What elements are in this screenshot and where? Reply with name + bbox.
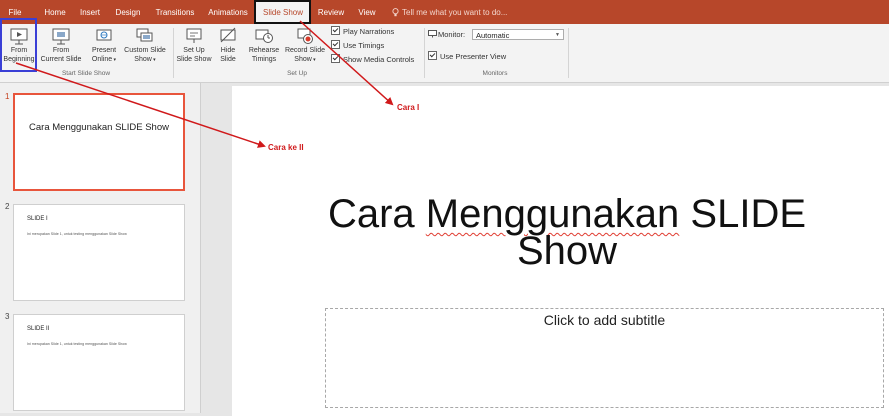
slide-number: 1	[5, 92, 10, 101]
setup-label-1: Set Up	[183, 47, 205, 54]
lightbulb-icon	[392, 8, 399, 17]
title-text-part: Show	[516, 229, 618, 273]
thumbnail-title: Cara Menggunakan SLIDE Show	[29, 122, 169, 133]
title-text-part: Cara	[327, 192, 426, 236]
ribbon-tab-bar: File Home Insert Design Transitions Anim…	[0, 0, 889, 24]
slide-thumbnail-3[interactable]: SLIDE II Ini merupakan Slide 1, untuk te…	[13, 314, 185, 411]
tab-insert[interactable]: Insert	[73, 0, 107, 24]
set-up-slide-show-button[interactable]: Set Up Slide Show	[174, 24, 214, 64]
checkbox-checked-icon	[331, 40, 340, 49]
slide-thumbnail-pane[interactable]: 1 Cara Menggunakan SLIDE Show 2 SLIDE I …	[0, 83, 200, 413]
group-label-monitors: Monitors	[482, 70, 508, 77]
tab-view[interactable]: View	[352, 0, 382, 24]
setup-label-2: Slide Show	[176, 55, 212, 63]
present-online-button[interactable]: Present Online ▾	[87, 24, 121, 64]
rehearse-label-1: Rehearse	[248, 47, 280, 54]
checkbox-checked-icon	[428, 51, 437, 60]
tab-review[interactable]: Review	[312, 0, 350, 24]
slideshow-from-current-icon	[52, 28, 70, 45]
from-beginning-highlight	[0, 18, 37, 72]
use-timings-label: Use Timings	[343, 41, 385, 50]
slide-thumbnail-2[interactable]: SLIDE I Ini merupakan Slide 1, untuk tes…	[13, 204, 185, 301]
custom-slide-show-button[interactable]: Custom Slide Show ▾	[121, 24, 169, 64]
from-current-slide-button[interactable]: From Current Slide	[38, 24, 84, 64]
present-online-label-2: Online	[91, 55, 113, 63]
present-online-icon	[96, 29, 112, 41]
record-slide-show-button[interactable]: Record Slide Show ▾	[282, 24, 328, 64]
record-slide-show-icon	[297, 28, 313, 44]
monitor-select-value: Automatic	[476, 31, 510, 40]
subtitle-placeholder[interactable]: Click to add subtitle	[325, 308, 884, 408]
thumbnail-heading: SLIDE I	[27, 216, 48, 222]
slide-title[interactable]: Cara Menggunakan SLIDE Show	[232, 194, 889, 273]
title-text-part: SLIDE	[679, 192, 807, 236]
tab-transitions[interactable]: Transitions	[150, 0, 200, 24]
thumbnail-body: Ini merupakan Slide 1, untuk testing men…	[27, 342, 127, 346]
tab-animations[interactable]: Animations	[202, 0, 254, 24]
hide-slide-label-1: Hide	[220, 47, 236, 54]
hide-slide-button[interactable]: Hide Slide	[215, 24, 241, 64]
tab-design[interactable]: Design	[109, 0, 147, 24]
pane-divider[interactable]	[200, 83, 201, 413]
checkbox-checked-icon	[331, 26, 340, 35]
rehearse-label-2: Timings	[251, 55, 277, 63]
group-separator	[568, 28, 569, 78]
annotation-cara-2: Cara ke II	[268, 143, 304, 152]
play-narrations-label: Play Narrations	[343, 27, 395, 36]
rehearse-timings-button[interactable]: Rehearse Timings	[244, 24, 284, 64]
chevron-down-icon: ▾	[151, 56, 156, 63]
custom-slide-show-icon	[136, 28, 153, 42]
record-label-2: Show	[294, 55, 312, 63]
annotation-cara-1: Cara I	[397, 103, 420, 112]
checkbox-checked-icon	[331, 54, 340, 63]
present-online-label-1: Present	[91, 47, 117, 54]
play-narrations-checkbox[interactable]: Play Narrations	[331, 26, 394, 37]
tab-home[interactable]: Home	[37, 0, 73, 24]
slide-number: 2	[5, 202, 10, 211]
show-media-controls-checkbox[interactable]: Show Media Controls	[331, 54, 414, 65]
chevron-down-icon: ▾	[311, 56, 316, 63]
custom-show-label-1: Custom Slide	[124, 47, 166, 54]
chevron-down-icon: ▼	[555, 32, 560, 38]
chevron-down-icon: ▾	[112, 56, 117, 63]
use-presenter-view-label: Use Presenter View	[440, 52, 507, 61]
use-presenter-view-checkbox[interactable]: Use Presenter View	[428, 51, 506, 62]
slide-thumbnail-1[interactable]: Cara Menggunakan SLIDE Show	[13, 93, 185, 191]
from-current-label-2: Current Slide	[40, 55, 82, 63]
hide-slide-label-2: Slide	[220, 55, 236, 63]
tell-me-text: Tell me what you want to do...	[402, 8, 508, 17]
thumbnail-body: Ini merupakan Slide 1, untuk testing men…	[27, 232, 127, 236]
ribbon-panel: From Beginning From Current Slide Presen…	[0, 24, 889, 83]
slide-show-tab-highlight	[254, 0, 311, 24]
setup-slide-show-icon	[186, 28, 202, 43]
tell-me-search[interactable]: Tell me what you want to do...	[392, 0, 507, 24]
thumbnail-heading: SLIDE II	[27, 326, 50, 332]
monitor-label: Monitor:	[438, 30, 466, 39]
group-label-set-up: Set Up	[287, 70, 307, 77]
custom-show-label-2: Show	[134, 55, 152, 63]
show-media-controls-label: Show Media Controls	[343, 55, 415, 64]
monitor-icon	[428, 30, 437, 38]
record-label-1: Record Slide	[284, 47, 326, 54]
from-current-label-1: From	[52, 47, 70, 54]
slide-number: 3	[5, 312, 10, 321]
subtitle-placeholder-text: Click to add subtitle	[543, 312, 666, 328]
monitor-select[interactable]: Automatic ▼	[472, 29, 564, 40]
monitor-field-label: Monitor:	[428, 30, 465, 40]
hide-slide-icon	[220, 27, 236, 43]
rehearse-timings-icon	[255, 29, 273, 43]
use-timings-checkbox[interactable]: Use Timings	[331, 40, 384, 51]
